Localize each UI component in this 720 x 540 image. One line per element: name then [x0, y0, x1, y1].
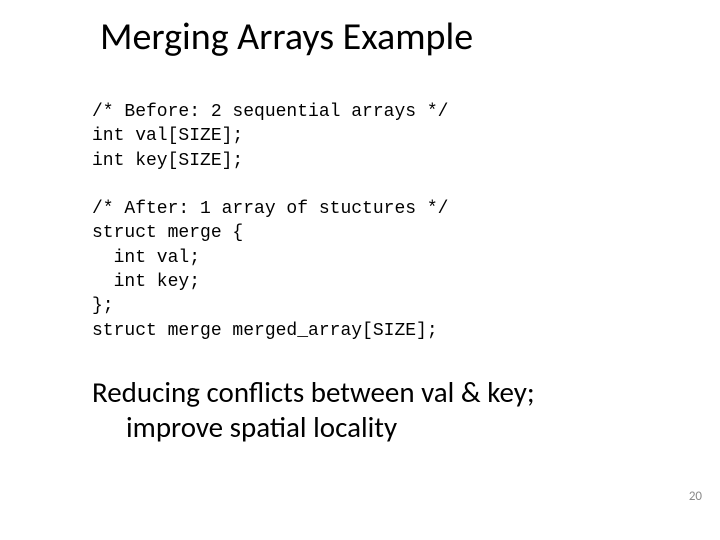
summary-text: Reducing conflicts between val & key; im…: [0, 343, 720, 445]
summary-line: Reducing conflicts between val & key;: [92, 375, 720, 410]
slide: Merging Arrays Example /* Before: 2 sequ…: [0, 0, 720, 540]
code-line: /* After: 1 array of stuctures */: [92, 199, 448, 219]
code-line: /* Before: 2 sequential arrays */: [92, 102, 448, 122]
code-line: struct merge merged_array[SIZE];: [92, 321, 438, 341]
summary-line: improve spatial locality: [92, 410, 720, 445]
code-line: int val[SIZE];: [92, 126, 243, 146]
code-line: int val;: [92, 248, 200, 268]
code-block: /* Before: 2 sequential arrays */ int va…: [0, 60, 720, 343]
code-line: int key[SIZE];: [92, 151, 243, 171]
slide-title: Merging Arrays Example: [0, 0, 720, 60]
code-line: int key;: [92, 272, 200, 292]
page-number: 20: [689, 489, 702, 504]
code-line: struct merge {: [92, 223, 243, 243]
code-line: };: [92, 296, 114, 316]
